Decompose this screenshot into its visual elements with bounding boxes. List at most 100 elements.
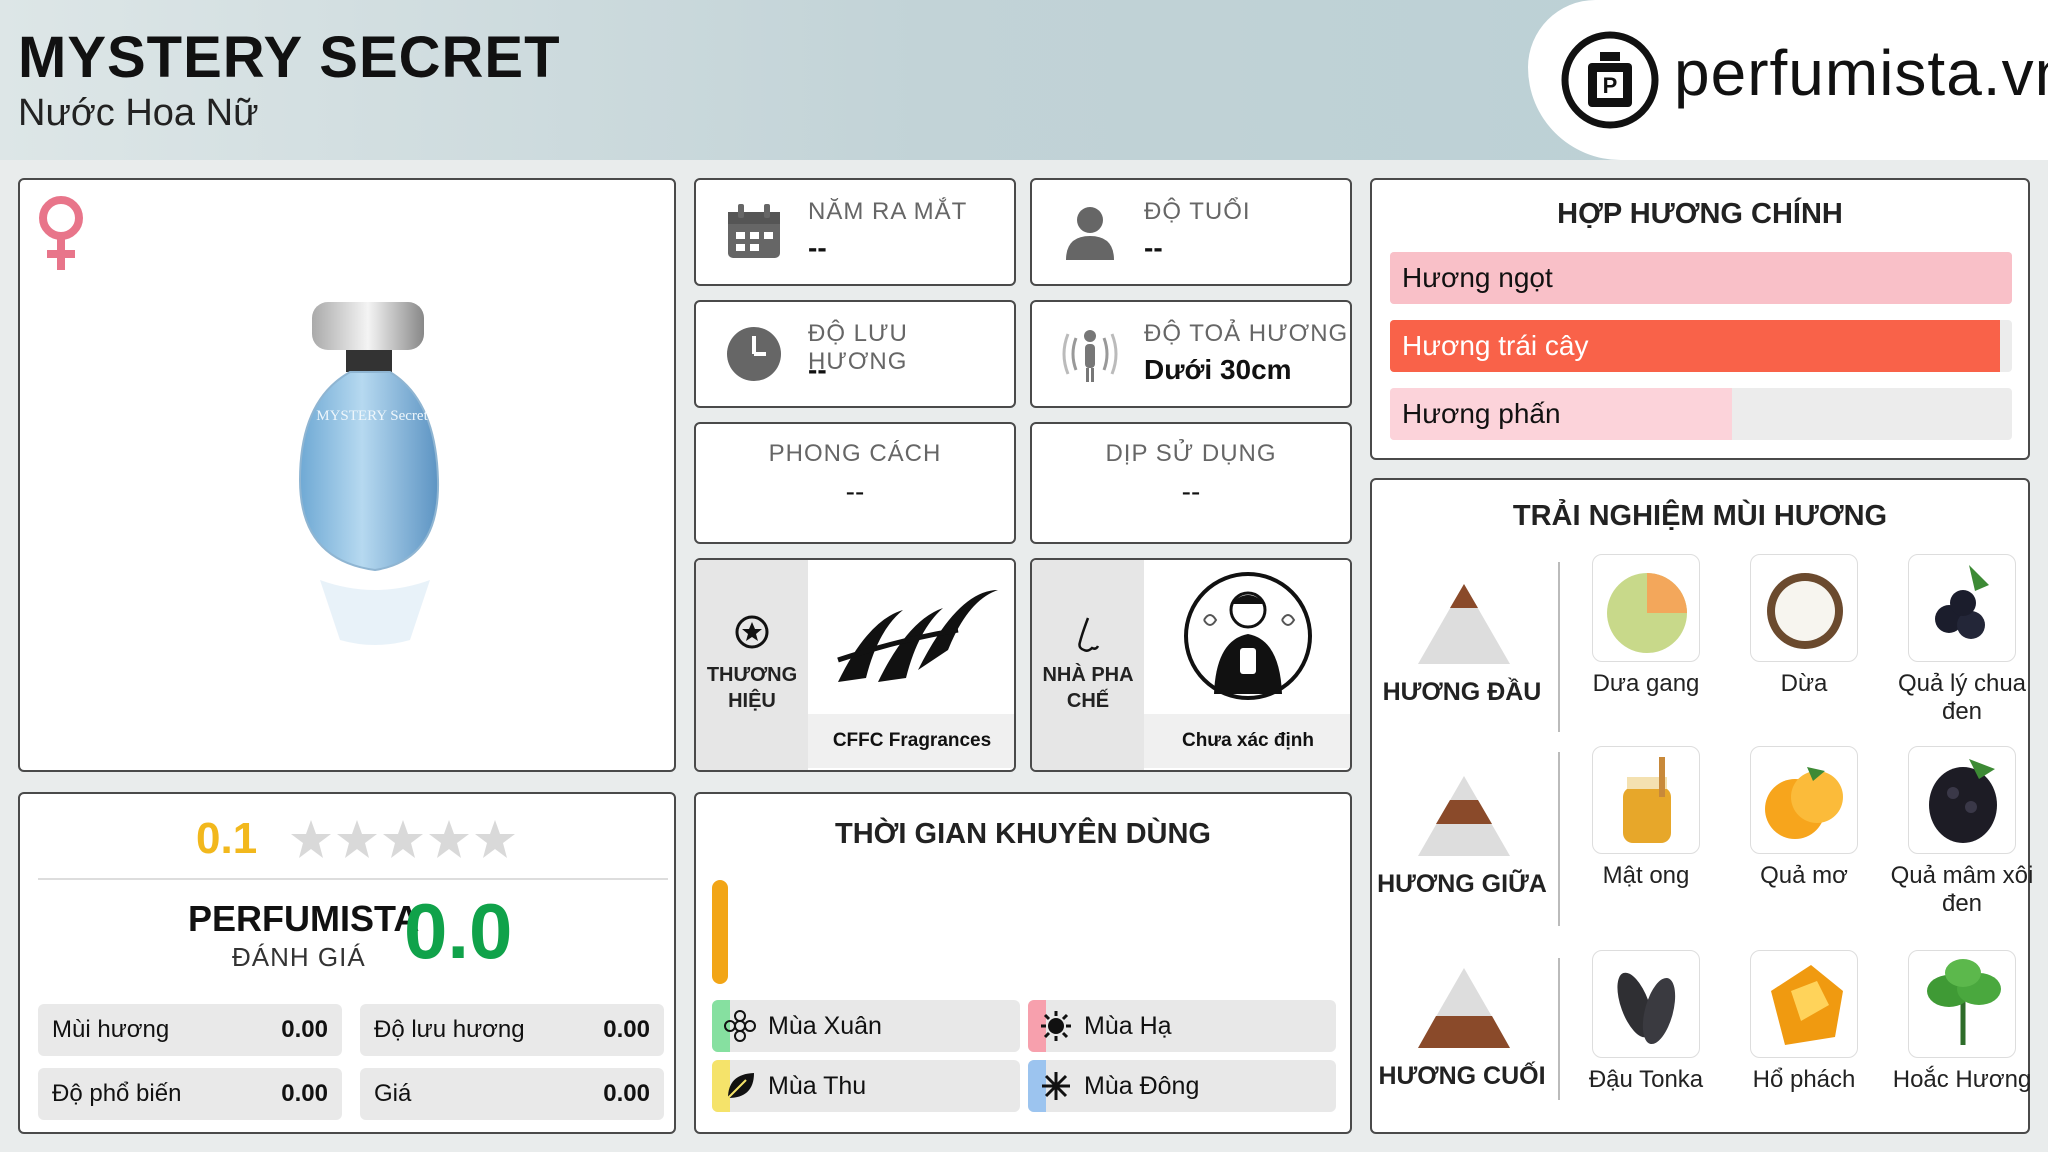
- sun-icon: [1041, 1011, 1071, 1041]
- snowflake-icon: [1042, 1072, 1070, 1100]
- brand-label-line2: HIỆU: [728, 690, 776, 712]
- note-item-middle[interactable]: Quả mơ: [1730, 746, 1878, 890]
- season-item[interactable]: Mùa Đông: [1028, 1060, 1336, 1112]
- perfumer-label: NHÀ PHA CHẾ: [1032, 662, 1144, 714]
- rating-metric: Độ phổ biến 0.00: [38, 1068, 342, 1120]
- perfumer-name: Chưa xác định: [1144, 714, 1350, 768]
- note-image: [1750, 746, 1858, 854]
- sillage-icon: [1062, 330, 1118, 382]
- brand-side: THƯƠNG HIỆU: [696, 560, 808, 770]
- rating-star-icon[interactable]: [382, 818, 424, 860]
- note-item-base[interactable]: Đậu Tonka: [1572, 950, 1720, 1094]
- star-badge-icon: [735, 615, 769, 649]
- note-item-top[interactable]: Dừa: [1730, 554, 1878, 698]
- header: MYSTERY SECRET Nước Hoa Nữ P perfumista.…: [0, 0, 2048, 160]
- note-name: Quả mơ: [1760, 862, 1848, 889]
- flower-icon: [724, 1010, 756, 1042]
- perfumer-label-line1: NHÀ PHA: [1042, 664, 1134, 686]
- accord-bar[interactable]: Hương phấn: [1390, 388, 2012, 440]
- note-name: Hổ phách: [1752, 1066, 1856, 1093]
- note-name: Mật ong: [1602, 862, 1690, 889]
- accords-card: HỢP HƯƠNG CHÍNH Hương ngọt Hương trái cây…: [1370, 178, 2030, 460]
- rating-metric-label: Độ phổ biến: [52, 1080, 182, 1107]
- season-item[interactable]: Mùa Xuân: [712, 1000, 1020, 1052]
- rating-star-icon[interactable]: [428, 818, 470, 860]
- rating-card: 0.1 PERFUMISTA ĐÁNH GIÁ 0.0 Mùi hương 0.0…: [18, 792, 676, 1134]
- style-value: --: [845, 476, 865, 507]
- nose-icon: [1078, 617, 1100, 652]
- note-image: [1592, 554, 1700, 662]
- rating-metric: Độ lưu hương 0.00: [360, 1004, 664, 1056]
- base-note-pyramid-icon: [1418, 968, 1510, 1048]
- perfumista-label: PERFUMISTA: [188, 898, 420, 939]
- sillage-card: ĐỘ TOẢ HƯƠNG Dưới 30cm: [1030, 300, 1352, 408]
- longevity-card: ĐỘ LƯU HƯƠNG --: [694, 300, 1016, 408]
- rating-star-icon[interactable]: [336, 818, 378, 860]
- sillage-label: ĐỘ TOẢ HƯƠNG: [1144, 320, 1349, 347]
- occasion-value: --: [1181, 476, 1201, 507]
- note-item-base[interactable]: Hoắc Hương: [1888, 950, 2036, 1094]
- rating-metric-value: 0.00: [603, 1080, 650, 1107]
- note-name: Dưa gang: [1592, 670, 1700, 697]
- note-item-top[interactable]: Quả lý chua đen: [1888, 554, 2036, 726]
- clock-icon: [727, 327, 781, 381]
- launch-year-card: NĂM RA MẮT --: [694, 178, 1016, 286]
- rating-metric-label: Giá: [374, 1080, 412, 1107]
- perfumer-side: NHÀ PHA CHẾ: [1032, 560, 1144, 770]
- top-note-divider: [1558, 562, 1560, 732]
- top-note-pyramid-icon: [1418, 584, 1510, 664]
- logo[interactable]: P perfumista.vn: [1528, 0, 2048, 160]
- middle-note-divider: [1558, 752, 1560, 926]
- bottle-label: MYSTERY Secret: [316, 408, 428, 424]
- logo-text: perfumista.vn: [1674, 37, 2048, 109]
- rating-star-icon[interactable]: [290, 818, 332, 860]
- season-item[interactable]: Mùa Thu: [712, 1060, 1020, 1112]
- note-image: [1592, 746, 1700, 854]
- perfumer-label-line2: CHẾ: [1066, 690, 1110, 712]
- note-image: [1750, 554, 1858, 662]
- season-label: Mùa Thu: [768, 1072, 867, 1100]
- note-name: Quả mâm xôi đen: [1890, 862, 2034, 917]
- leaf-icon: [727, 1073, 754, 1099]
- note-item-middle[interactable]: Quả mâm xôi đen: [1888, 746, 2036, 918]
- product-title: MYSTERY SECRET: [18, 25, 561, 90]
- accord-bar[interactable]: Hương ngọt: [1390, 252, 2012, 304]
- time-of-day-bar: [712, 880, 728, 984]
- accord-bar[interactable]: Hương trái cây: [1390, 320, 2012, 372]
- brand-card[interactable]: THƯƠNG HIỆU CFFC Fragrances: [694, 558, 1016, 772]
- brand-label-line1: THƯƠNG: [706, 664, 798, 686]
- perfumer-card[interactable]: NHÀ PHA CHẾ Chưa xác định: [1030, 558, 1352, 772]
- rating-star-icon[interactable]: [474, 818, 516, 860]
- female-icon: [39, 196, 83, 270]
- user-rating-score: 0.1: [196, 814, 258, 863]
- svg-text:P: P: [1603, 73, 1618, 98]
- rating-metric-label: Độ lưu hương: [374, 1016, 525, 1043]
- note-item-base[interactable]: Hổ phách: [1730, 950, 1878, 1094]
- perfumista-score: 0.0: [404, 887, 513, 975]
- age-label: ĐỘ TUỔI: [1144, 198, 1251, 225]
- accord-label: Hương trái cây: [1402, 330, 1589, 361]
- rating-metric: Giá 0.00: [360, 1068, 664, 1120]
- note-name: Hoắc Hương: [1892, 1066, 2032, 1093]
- note-item-middle[interactable]: Mật ong: [1572, 746, 1720, 890]
- style-label: PHONG CÁCH: [768, 440, 942, 467]
- perfume-bottle-logo-icon: P: [1561, 31, 1659, 129]
- rating-metric: Mùi hương 0.00: [38, 1004, 342, 1056]
- recommended-time-title: THỜI GIAN KHUYÊN DÙNG: [835, 818, 1211, 850]
- notes-title: TRẢI NGHIỆM MÙI HƯƠNG: [1512, 500, 1888, 532]
- note-name: Dừa: [1780, 670, 1828, 697]
- note-image: [1908, 950, 2016, 1058]
- note-name: Đậu Tonka: [1588, 1066, 1704, 1093]
- note-image: [1908, 746, 2016, 854]
- note-item-top[interactable]: Dưa gang: [1572, 554, 1720, 698]
- rating-metric-label: Mùi hương: [52, 1016, 170, 1043]
- person-icon: [1066, 207, 1114, 260]
- season-item[interactable]: Mùa Hạ: [1028, 1000, 1336, 1052]
- sillage-value: Dưới 30cm: [1144, 354, 1292, 385]
- brand-logo-image: [808, 560, 1014, 714]
- launch-year-label: NĂM RA MẮT: [808, 198, 968, 225]
- notes-card: TRẢI NGHIỆM MÙI HƯƠNG HƯƠNG ĐẦU HƯƠNG GI…: [1370, 478, 2033, 1134]
- rating-metric-value: 0.00: [603, 1016, 650, 1043]
- age-value: --: [1144, 232, 1163, 263]
- season-label: Mùa Hạ: [1084, 1012, 1172, 1040]
